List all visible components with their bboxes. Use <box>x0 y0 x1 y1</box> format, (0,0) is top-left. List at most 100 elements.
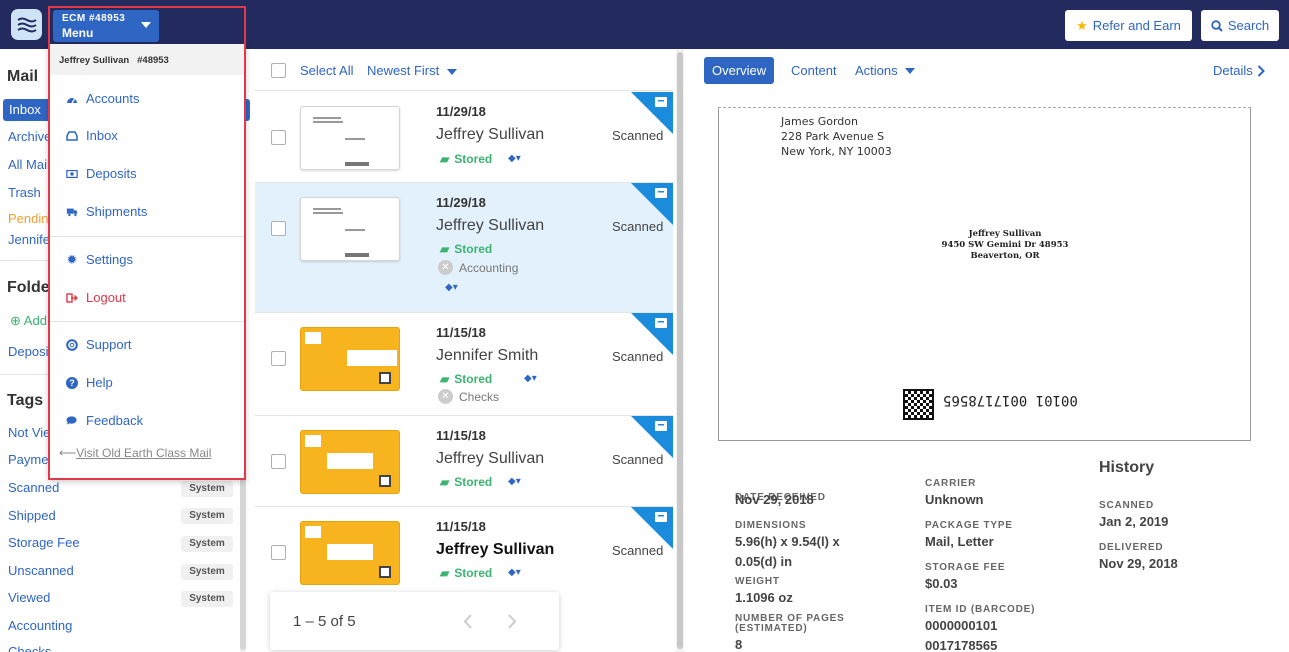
tag-unscanned[interactable]: Unscanned <box>8 563 74 578</box>
item-id-value-2: 0017178565 <box>925 638 998 652</box>
tags-heading: Tags <box>7 392 44 409</box>
refer-button[interactable]: ★ Refer and Earn <box>1065 10 1192 41</box>
stored-label: Stored <box>454 566 493 580</box>
sort-dropdown[interactable]: Newest First <box>367 63 457 78</box>
sidebar-item-archive[interactable]: Archive <box>8 129 51 144</box>
details-link[interactable]: Details <box>1213 57 1265 84</box>
envelope-thumbnail[interactable] <box>300 430 400 494</box>
tag-dropdown-icon[interactable]: ◆▾ <box>508 153 521 164</box>
package-type-label: PACKAGE TYPE <box>925 520 1013 531</box>
to-line: 9450 SW Gemini Dr 48953 <box>941 240 1069 250</box>
list-header: Select All Newest First <box>255 49 673 91</box>
chevron-left-icon[interactable] <box>463 614 473 629</box>
search-label: Search <box>1227 18 1270 33</box>
row-checkbox[interactable] <box>271 351 286 366</box>
archive-corner-icon[interactable] <box>631 92 673 134</box>
history-title: History <box>1099 459 1155 476</box>
envelope-thumbnail[interactable] <box>300 521 400 585</box>
system-badge: System <box>181 481 233 497</box>
sidebar-item-deposit[interactable]: Deposit <box>8 344 52 359</box>
mail-row[interactable]: 11/29/18 Jeffrey Sullivan Scanned ▰ Store… <box>255 92 673 183</box>
mail-row[interactable]: 11/29/18 Jeffrey Sullivan Scanned ▰ Store… <box>255 183 673 313</box>
row-checkbox[interactable] <box>271 454 286 469</box>
from-line: New York, NY 10003 <box>781 145 892 158</box>
pages-value: 8 <box>735 637 743 652</box>
scanned-value: Jan 2, 2019 <box>1099 514 1169 529</box>
caret-down-icon <box>446 68 457 75</box>
list-scroll-thumb[interactable] <box>677 52 683 649</box>
row-checkbox[interactable] <box>271 221 286 236</box>
archive-corner-icon[interactable] <box>631 183 673 225</box>
dimensions-label: DIMENSIONS <box>735 520 807 531</box>
remove-icon[interactable]: ✕ <box>438 260 453 275</box>
archive-corner-icon[interactable] <box>631 416 673 458</box>
sidebar-item-label: Inbox <box>9 102 41 117</box>
tag-scanned[interactable]: Scanned <box>8 480 59 495</box>
page-range: 1 – 5 of 5 <box>293 613 356 630</box>
logo-icon[interactable] <box>11 9 42 40</box>
row-date: 11/15/18 <box>436 325 486 340</box>
envelope-image[interactable]: James Gordon 228 Park Avenue S New York,… <box>718 107 1251 441</box>
scanned-label: SCANNED <box>1099 500 1155 511</box>
mail-row[interactable]: 11/15/18 Jennifer Smith Scanned ▰ Stored … <box>255 313 673 416</box>
delivered-value: Nov 29, 2018 <box>1099 556 1178 571</box>
to-line: Beaverton, OR <box>970 251 1040 261</box>
row-sender: Jeffrey Sullivan <box>436 217 545 234</box>
tag-dropdown-icon[interactable]: ◆▾ <box>524 373 537 384</box>
category-label: Checks <box>459 389 500 404</box>
chevron-right-icon[interactable] <box>507 614 517 629</box>
category-chip[interactable]: ✕ Accounting <box>438 260 518 275</box>
delivered-label: DELIVERED <box>1099 542 1164 553</box>
plus-circle-icon: ⊕ <box>10 313 24 328</box>
stored-badge: ▰ Stored <box>440 152 492 166</box>
tag-accounting[interactable]: Accounting <box>8 618 72 633</box>
folder-icon: ▰ <box>440 152 450 166</box>
row-sender: Jennifer Smith <box>436 347 539 364</box>
pages-label-2: (ESTIMATED) <box>735 623 808 634</box>
mail-heading: Mail <box>7 68 39 85</box>
search-button[interactable]: Search <box>1201 10 1279 41</box>
stored-label: Stored <box>454 152 493 166</box>
select-all-link[interactable]: Select All <box>300 63 353 78</box>
row-date: 11/29/18 <box>436 104 486 119</box>
folder-icon: ▰ <box>440 372 450 386</box>
envelope-thumbnail[interactable] <box>300 327 400 391</box>
select-all-checkbox[interactable] <box>271 63 286 78</box>
add-folder-button[interactable]: ⊕ Add <box>10 313 47 329</box>
envelope-thumbnail[interactable] <box>300 106 400 170</box>
envelope-thumbnail[interactable] <box>300 197 400 261</box>
tag-viewed[interactable]: Viewed <box>8 590 50 605</box>
tab-overview[interactable]: Overview <box>704 57 775 84</box>
item-id-label: ITEM ID (BARCODE) <box>925 604 1036 615</box>
item-id-value: 0000000101 <box>925 618 998 633</box>
mail-row[interactable]: 11/15/18 Jeffrey Sullivan Scanned ▰ Store… <box>255 416 673 507</box>
archive-corner-icon[interactable] <box>631 507 673 549</box>
stored-badge: ▰ Stored <box>440 372 492 386</box>
row-checkbox[interactable] <box>271 545 286 560</box>
row-sender: Jeffrey Sullivan <box>436 541 555 558</box>
storage-fee-value: $0.03 <box>925 576 958 591</box>
sidebar-item-all-mail[interactable]: All Mail <box>8 157 50 172</box>
category-chip[interactable]: ✕ Checks <box>438 389 499 404</box>
to-line: Jeffrey Sullivan <box>968 229 1042 239</box>
stored-label: Stored <box>454 372 493 386</box>
tag-dropdown-icon[interactable]: ◆▾ <box>508 567 521 578</box>
sidebar-item-trash[interactable]: Trash <box>8 185 41 200</box>
stored-badge: ▰ Stored <box>440 475 492 489</box>
tag-dropdown-icon[interactable]: ◆▾ <box>445 282 458 293</box>
dimensions-value-2: 0.05(d) in <box>735 554 793 569</box>
tag-shipped[interactable]: Shipped <box>8 508 56 523</box>
star-icon: ★ <box>1076 17 1088 33</box>
tab-content[interactable]: Content <box>791 57 837 84</box>
pagination: 1 – 5 of 5 <box>270 592 559 650</box>
tab-actions[interactable]: Actions <box>855 57 915 84</box>
storage-fee-label: STORAGE FEE <box>925 562 1006 573</box>
tag-dropdown-icon[interactable]: ◆▾ <box>508 476 521 487</box>
row-checkbox[interactable] <box>271 130 286 145</box>
tag-checks[interactable]: Checks <box>8 644 51 652</box>
archive-corner-icon[interactable] <box>631 313 673 355</box>
recipient-address: Jeffrey Sullivan 9450 SW Gemini Dr 48953… <box>905 229 1105 262</box>
tag-storage-fee[interactable]: Storage Fee <box>8 535 80 550</box>
remove-icon[interactable]: ✕ <box>438 389 453 404</box>
dimensions-value: 5.96(h) x 9.54(l) x <box>735 534 840 549</box>
